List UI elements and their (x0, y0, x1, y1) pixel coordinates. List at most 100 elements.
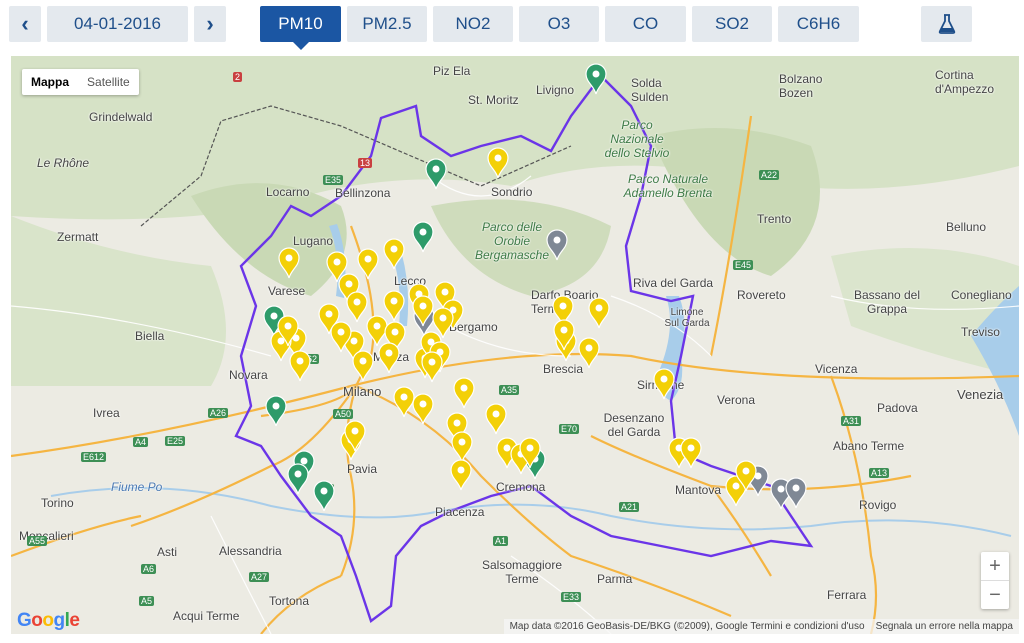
place-label: Bassano del Grappa (853, 288, 921, 316)
tab-c6h6[interactable]: C6H6 (778, 6, 859, 42)
place-label: Acqui Terme (173, 609, 240, 623)
place-label: Alessandria (219, 544, 282, 558)
road-shield: A55 (27, 536, 48, 546)
place-label: Verona (717, 393, 756, 407)
place-label: Ivrea (93, 406, 120, 420)
place-label: Grindelwald (89, 110, 153, 124)
road-shield: E33 (561, 592, 582, 602)
place-label: Lecco (394, 274, 427, 288)
map-type-map[interactable]: Mappa (22, 69, 78, 95)
place-label: Varese (268, 284, 306, 298)
place-label: Biella (135, 329, 165, 343)
place-label: Livigno (536, 83, 575, 97)
tab-pm10[interactable]: PM10 (260, 6, 341, 50)
tab-pm25[interactable]: PM2.5 (347, 6, 427, 42)
place-label: Asti (157, 545, 178, 559)
zoom-control: + − (981, 552, 1009, 609)
place-label: Abano Terme (833, 439, 905, 453)
place-label: Riva del Garda (633, 276, 714, 290)
prev-date-button[interactable]: ‹ (9, 6, 41, 42)
road-shield: A5 (139, 596, 155, 606)
road-shield: E70 (559, 424, 580, 434)
flask-icon (938, 14, 955, 34)
road-shield: E62 (299, 354, 320, 364)
tab-no2[interactable]: NO2 (433, 6, 513, 42)
place-label: Parma (597, 572, 633, 586)
road-shield: A6 (141, 564, 157, 574)
place-label: Trento (757, 212, 792, 226)
place-label: Desenzano del Garda (603, 411, 665, 439)
road-shield: A4 (133, 437, 149, 447)
place-label: Venezia (957, 387, 1004, 402)
place-label: Piz Ela (433, 64, 471, 78)
place-label: Salsomaggiore Terme (481, 558, 563, 586)
road-shield: A26 (208, 408, 229, 418)
park-label: Parco Nazionale dello Stelvio (604, 118, 670, 160)
date-display[interactable]: 04-01-2016 (47, 6, 188, 42)
map-type-satellite[interactable]: Satellite (78, 69, 139, 95)
road-shield: E25 (165, 436, 186, 446)
place-label: Tortona (269, 594, 310, 608)
road-shield: A22 (759, 170, 780, 180)
next-date-button[interactable]: › (194, 6, 226, 42)
park-label: Parco Naturale Adamello Brenta (623, 172, 713, 200)
place-label: Sondrio (491, 185, 533, 199)
place-label: Solda Sulden (631, 76, 669, 104)
map[interactable]: Mappa Satellite Grindelwald Piz Ela St. … (11, 56, 1019, 634)
map-type-control: Mappa Satellite (22, 69, 139, 95)
road-shield: 2 (233, 72, 243, 82)
tab-o3[interactable]: O3 (519, 6, 599, 42)
place-label: Rovereto (737, 288, 786, 302)
tab-so2[interactable]: SO2 (692, 6, 772, 42)
place-label: Ferrara (827, 588, 867, 602)
zoom-out-button[interactable]: − (981, 581, 1009, 609)
place-label: Vicenza (815, 362, 858, 376)
attribution-text[interactable]: Map data ©2016 GeoBasis-DE/BKG (©2009), … (510, 621, 865, 632)
place-label: Piacenza (435, 505, 485, 519)
map-attribution: Map data ©2016 GeoBasis-DE/BKG (©2009), … (503, 619, 1019, 634)
chevron-left-icon: ‹ (21, 11, 29, 36)
place-label: Le Rhône (37, 156, 90, 170)
google-logo[interactable]: Google (17, 610, 80, 632)
place-label: Bellinzona (335, 186, 391, 200)
place-label: Fiume Po (111, 480, 163, 494)
place-label: Bergamo (449, 320, 498, 334)
place-label: Cremona (496, 480, 546, 494)
road-shield: E35 (323, 175, 344, 185)
toolbar: ‹ 04-01-2016 › PM10 PM2.5 NO2 O3 CO SO2 … (0, 0, 1024, 50)
place-label: Rovigo (859, 498, 897, 512)
road-shield: A13 (869, 468, 890, 478)
place-label: Sirmione (637, 378, 685, 392)
place-label: Conegliano (951, 288, 1012, 302)
road-shield: A27 (249, 572, 270, 582)
park-label: Parco delle Orobie Bergamasche (474, 220, 550, 262)
road-shield: A31 (841, 416, 862, 426)
place-label: Padova (877, 401, 918, 415)
place-label: Treviso (961, 325, 1000, 339)
place-label: Milano (343, 384, 382, 399)
zoom-in-button[interactable]: + (981, 552, 1009, 581)
road-shield: A50 (333, 409, 354, 419)
road-shield: 13 (358, 158, 373, 168)
place-label: Bolzano Bozen (779, 72, 823, 100)
report-error-link[interactable]: Segnala un errore nella mappa (876, 621, 1013, 632)
tab-co[interactable]: CO (605, 6, 686, 42)
place-label: Darfo Boario Terme (531, 288, 599, 316)
road-shield: A1 (493, 536, 509, 546)
place-label: Zermatt (57, 230, 99, 244)
place-label: Monza (373, 350, 410, 364)
place-label: Novara (229, 368, 268, 382)
road-shield: A35 (499, 385, 520, 395)
flask-button[interactable] (921, 6, 972, 42)
place-label: Mantova (675, 483, 722, 497)
place-label: Torino (41, 496, 74, 510)
road-shield: A21 (619, 502, 640, 512)
place-label: Cortina d'Ampezzo (935, 68, 994, 96)
place-label: Brescia (543, 362, 584, 376)
road-shield: A7 (319, 484, 335, 494)
place-label: Limone Sul Garda (664, 307, 710, 329)
road-shield: E612 (81, 452, 107, 462)
place-label: Locarno (266, 185, 310, 199)
road-shield: E45 (733, 260, 754, 270)
chevron-right-icon: › (206, 11, 214, 36)
